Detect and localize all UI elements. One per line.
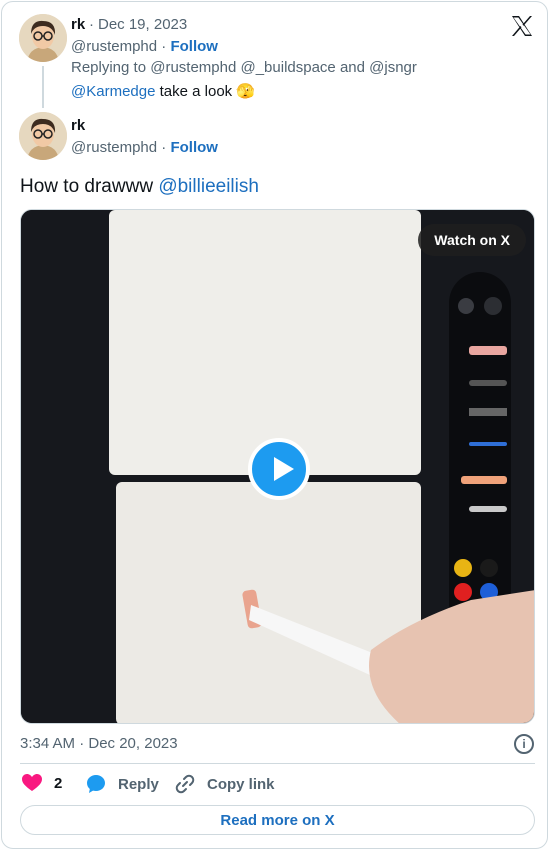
avatar[interactable] xyxy=(19,14,67,62)
replying-users[interactable]: @rustemphd @_buildspace and @jsngr xyxy=(150,59,417,76)
info-icon[interactable]: i xyxy=(514,734,534,754)
replying-to: Replying to @rustemphd @_buildspace and … xyxy=(71,59,417,76)
reply-body: take a look 🫣 xyxy=(159,83,255,100)
thread-line xyxy=(42,66,44,108)
replying-prefix: Replying to xyxy=(71,59,147,76)
reply-date[interactable]: Dec 19, 2023 xyxy=(98,16,187,33)
play-button[interactable] xyxy=(248,438,310,500)
tweet-card: rk · Dec 19, 2023 @rustemphd · Follow Re… xyxy=(1,1,548,849)
read-more-button[interactable]: Read more on X xyxy=(20,805,535,835)
x-logo-icon[interactable] xyxy=(510,14,534,38)
reply-author-name[interactable]: rk xyxy=(71,16,85,33)
follow-button[interactable]: Follow xyxy=(170,38,218,55)
divider xyxy=(20,763,535,764)
author-handle[interactable]: @rustemphd xyxy=(71,139,157,156)
tweet-timestamp[interactable]: 3:34 AM · Dec 20, 2023 xyxy=(20,735,178,752)
link-icon xyxy=(175,774,195,794)
mention-link[interactable]: @Karmedge xyxy=(71,83,155,100)
mention-link[interactable]: @billieeilish xyxy=(158,176,259,197)
reply-text: @Karmedge take a look 🫣 xyxy=(71,82,255,100)
follow-button[interactable]: Follow xyxy=(170,139,218,156)
avatar[interactable] xyxy=(19,112,67,160)
reply-handle[interactable]: @rustemphd xyxy=(71,38,157,55)
copy-link-button[interactable]: Copy link xyxy=(175,774,275,794)
avatar-illustration-icon xyxy=(19,14,67,62)
video-player[interactable]: Watch on X xyxy=(20,209,535,724)
reply-button[interactable]: Reply xyxy=(86,774,159,794)
tweet-body: How to drawww xyxy=(20,176,154,197)
reply-date-separator: · xyxy=(89,16,94,33)
tweet-text: How to drawww @billieeilish xyxy=(20,176,259,198)
heart-icon xyxy=(22,774,42,791)
reply-label: Reply xyxy=(118,775,159,793)
reply-icon xyxy=(87,775,105,793)
author-name[interactable]: rk xyxy=(71,117,85,134)
avatar-illustration-icon xyxy=(19,112,67,160)
watch-on-x-button[interactable]: Watch on X xyxy=(418,224,526,256)
copy-link-label: Copy link xyxy=(207,775,275,793)
like-button[interactable]: 2 xyxy=(22,774,62,792)
like-count: 2 xyxy=(54,774,63,792)
